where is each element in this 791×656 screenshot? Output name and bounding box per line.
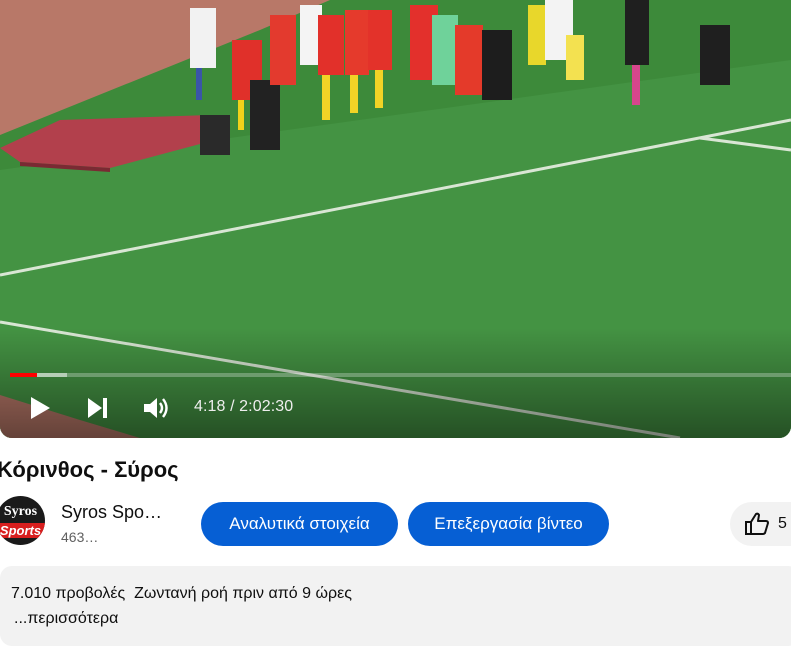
skip-next-icon bbox=[86, 397, 110, 419]
view-count: 7.010 προβολές bbox=[11, 585, 126, 602]
thumbs-up-icon bbox=[744, 512, 770, 536]
like-count: 5 bbox=[778, 515, 787, 532]
description-box[interactable]: 7.010 προβολές Ζωντανή ροή πριν από 9 ώρ… bbox=[0, 566, 791, 646]
volume-button[interactable] bbox=[138, 390, 174, 426]
volume-icon bbox=[142, 395, 170, 421]
avatar-text-bottom: Sports bbox=[0, 523, 42, 538]
video-title: Κόρινθος - Σύρος bbox=[0, 457, 179, 482]
stream-info: Ζωντανή ροή πριν από 9 ώρες bbox=[134, 585, 352, 602]
next-button[interactable] bbox=[80, 390, 116, 426]
avatar-text-top: Syros bbox=[3, 504, 38, 519]
play-button[interactable] bbox=[22, 390, 58, 426]
like-button[interactable]: 5 bbox=[730, 502, 791, 546]
show-more-link[interactable]: ...περισσότερα bbox=[14, 610, 118, 628]
channel-avatar[interactable]: Syros Sports bbox=[0, 496, 45, 545]
time-display: 4:18 / 2:02:30 bbox=[194, 398, 294, 415]
channel-name[interactable]: Syros Spo… bbox=[61, 502, 173, 523]
progress-bar[interactable] bbox=[10, 373, 791, 377]
progress-played bbox=[10, 373, 38, 377]
subscriber-count: 463… bbox=[61, 529, 99, 545]
controls-scrim bbox=[0, 328, 791, 438]
play-icon bbox=[29, 396, 51, 420]
analytics-button[interactable]: Αναλυτικά στοιχεία bbox=[201, 502, 398, 546]
video-meta: 7.010 προβολές Ζωντανή ροή πριν από 9 ώρ… bbox=[11, 585, 352, 603]
video-player[interactable]: 4:18 / 2:02:30 bbox=[0, 0, 791, 438]
edit-video-button[interactable]: Επεξεργασία βίντεο bbox=[408, 502, 609, 546]
